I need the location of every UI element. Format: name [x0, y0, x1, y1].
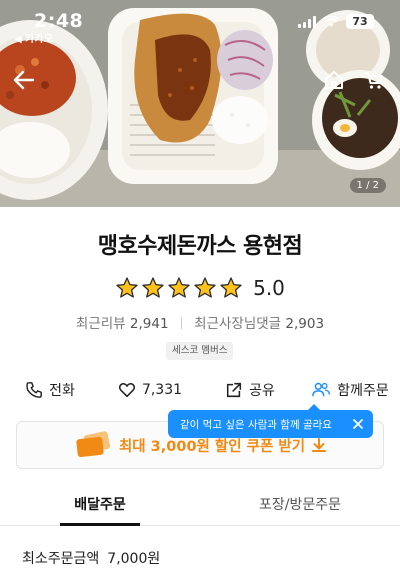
return-to-app-link[interactable]: ◀ 카카오 — [14, 30, 53, 45]
group-order-label: 함께주문 — [337, 383, 389, 399]
recent-reviews-count: 2,941 — [129, 316, 169, 332]
store-hero-image[interactable]: 2:48 ◀ 카카오 73 1 / 2 — [0, 0, 400, 207]
tab-delivery[interactable]: 배달주문 — [0, 486, 200, 526]
star-icon — [168, 277, 190, 298]
group-order-tooltip: 같이 먹고 싶은 사람과 함께 골라요 — [168, 404, 373, 438]
owner-replies-label: 최근사장님댓글 — [194, 316, 282, 332]
heart-icon — [118, 382, 136, 398]
star-icon — [194, 277, 216, 298]
store-rating: 5.0 — [0, 276, 400, 300]
home-icon — [325, 71, 343, 89]
battery-icon: 73 — [346, 14, 374, 29]
recent-reviews-link[interactable]: 최근리뷰 2,941 — [76, 316, 173, 332]
close-icon[interactable] — [351, 417, 365, 431]
home-button[interactable] — [316, 62, 352, 98]
star-icon — [142, 277, 164, 298]
rating-value: 5.0 — [253, 276, 285, 300]
download-arrow-icon — [312, 438, 327, 452]
owner-replies-count: 2,903 — [285, 316, 325, 332]
image-counter: 1 / 2 — [349, 178, 386, 193]
owner-replies-link[interactable]: 최근사장님댓글 2,903 — [194, 316, 324, 332]
store-actions: 전화 7,331 공유 함께주문 — [0, 376, 400, 404]
review-summary: 최근리뷰 2,941 최근사장님댓글 2,903 — [0, 312, 400, 332]
call-button[interactable]: 전화 — [0, 376, 100, 404]
arrow-left-icon — [13, 70, 35, 90]
cart-icon — [365, 72, 383, 89]
status-time: 2:48 — [34, 10, 84, 32]
cart-button[interactable] — [356, 62, 392, 98]
group-order-button[interactable]: 함께주문 — [300, 376, 400, 404]
star-icon — [220, 277, 242, 298]
order-type-tabs: 배달주문 포장/방문주문 — [0, 486, 400, 526]
min-order-amount: 최소주문금액 7,000원 — [22, 548, 160, 568]
share-button[interactable]: 공유 — [200, 376, 300, 404]
call-label: 전화 — [49, 383, 75, 399]
cellular-signal-icon — [298, 15, 316, 28]
like-count: 7,331 — [141, 382, 183, 398]
wifi-icon — [323, 15, 339, 27]
min-order-label: 최소주문금액 — [22, 551, 100, 567]
recent-reviews-label: 최근리뷰 — [75, 316, 126, 332]
store-name: 맹호수제돈까스 용현점 — [97, 234, 303, 259]
star-icon — [116, 277, 138, 298]
divider — [180, 317, 182, 329]
phone-icon — [26, 382, 43, 398]
group-users-icon — [312, 382, 331, 397]
share-label: 공유 — [249, 383, 275, 399]
share-icon — [227, 382, 242, 398]
tooltip-text: 같이 먹고 싶은 사람과 함께 골라요 — [180, 418, 332, 431]
status-bar: 2:48 ◀ 카카오 73 — [0, 0, 400, 45]
min-order-value: 7,000원 — [107, 551, 161, 567]
status-icons: 73 — [298, 14, 374, 29]
back-button[interactable] — [6, 62, 42, 98]
member-badge: 세스코 멤버스 — [166, 342, 234, 360]
coupon-icon — [76, 431, 110, 458]
like-button[interactable]: 7,331 — [100, 376, 200, 404]
tab-pickup[interactable]: 포장/방문주문 — [200, 486, 400, 525]
